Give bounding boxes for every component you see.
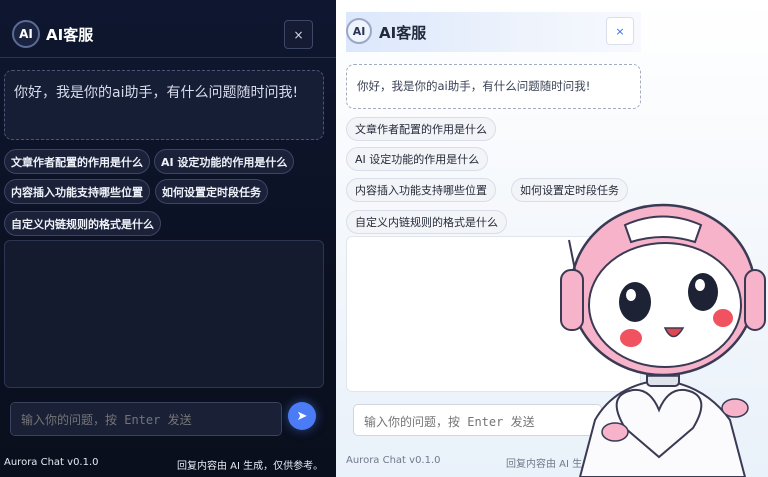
suggestion-chip[interactable]: 内容插入功能支持哪些位置 (346, 178, 496, 202)
suggestion-chip[interactable]: AI 设定功能的作用是什么 (346, 147, 489, 171)
greeting-message: 你好，我是你的ai助手，有什么问题随时问我! (4, 70, 324, 140)
suggestion-chip[interactable]: 自定义内链规则的格式是什么 (4, 211, 161, 236)
greeting-message: 你好，我是你的ai助手，有什么问题随时问我! (346, 64, 641, 109)
suggestion-chip[interactable]: 内容插入功能支持哪些位置 (4, 179, 150, 204)
close-button[interactable]: × (284, 20, 313, 49)
chat-input[interactable] (10, 402, 282, 436)
suggestion-chip[interactable]: 文章作者配置的作用是什么 (346, 117, 496, 141)
ai-logo-icon: AI (12, 20, 40, 48)
disclaimer-text: 回复内容由 AI 生成，仅供参考。 (177, 461, 324, 472)
suggestion-chip[interactable]: AI 设定功能的作用是什么 (154, 149, 295, 174)
chat-panel-dark: AI AI客服 × 你好，我是你的ai助手，有什么问题随时问我! 文章作者配置的… (0, 0, 336, 477)
suggestion-chip[interactable]: 如何设置定时段任务 (155, 179, 268, 204)
robot-mascot-illustration (560, 203, 766, 477)
close-button[interactable]: × (606, 17, 634, 45)
suggestion-chip[interactable]: 自定义内链规则的格式是什么 (346, 210, 507, 234)
suggestion-chip[interactable]: 文章作者配置的作用是什么 (4, 149, 150, 174)
ai-logo-icon: AI (346, 18, 372, 44)
chat-title: AI客服 (46, 26, 94, 44)
version-label: Aurora Chat v0.1.0 (4, 457, 99, 468)
version-label: Aurora Chat v0.1.0 (346, 455, 441, 466)
send-button[interactable]: ➤ (288, 402, 316, 430)
send-icon: ➤ (296, 408, 308, 424)
chat-title: AI客服 (379, 24, 427, 42)
message-area[interactable] (4, 240, 324, 388)
